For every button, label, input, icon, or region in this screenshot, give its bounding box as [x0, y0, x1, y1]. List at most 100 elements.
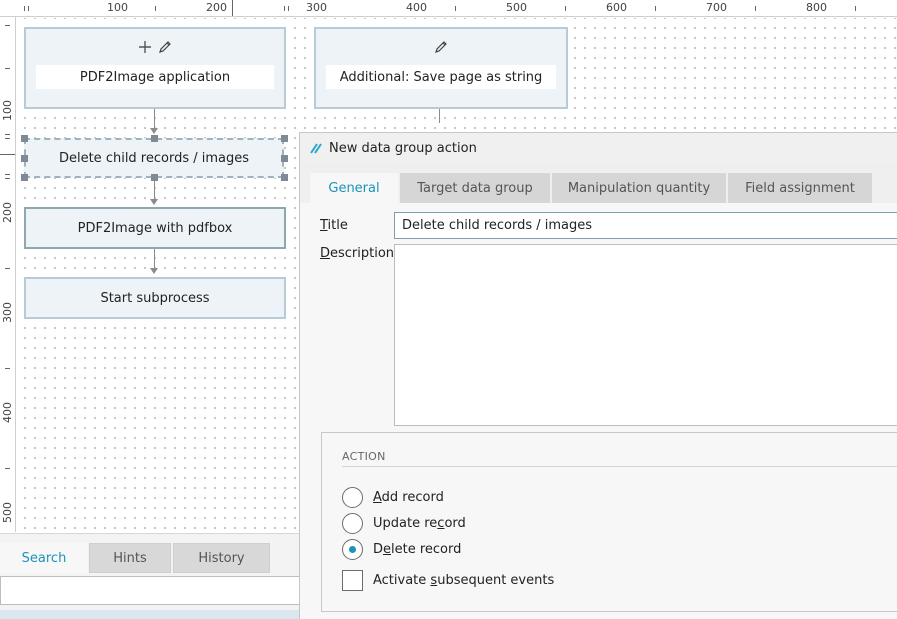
section-divider	[342, 466, 897, 467]
horizontal-ruler: 100 200 300 400 500 600 700 800	[0, 0, 897, 17]
ruler-label: 300	[306, 1, 327, 14]
checkbox-activate-subsequent-events[interactable]: Activate subsequent events	[342, 570, 554, 591]
selection-handle[interactable]	[281, 135, 288, 142]
connector-arrow-icon	[150, 128, 158, 134]
ruler-tick	[284, 6, 285, 11]
node-label: PDF2Image with pdfbox	[77, 220, 233, 236]
ruler-tick	[24, 6, 25, 11]
ruler-label: 100	[107, 1, 128, 14]
app-logo-icon	[310, 143, 322, 154]
tab-manipulation-quantity[interactable]: Manipulation quantity	[552, 173, 726, 203]
ruler-label: 100	[1, 100, 14, 121]
tab-general[interactable]: General	[310, 173, 398, 203]
node-label: Delete child records / images	[58, 150, 250, 166]
ruler-label: 300	[1, 302, 14, 323]
connector-line	[154, 109, 155, 129]
radio-add-record[interactable]: Add record	[342, 487, 444, 508]
ruler-tick	[455, 6, 456, 11]
title-label: Title	[320, 218, 348, 233]
ruler-label: 500	[506, 1, 527, 14]
connector-arrow-icon	[150, 199, 158, 205]
node-pdf2image-pdfbox[interactable]: PDF2Image with pdfbox	[24, 207, 286, 249]
ruler-tick	[5, 368, 10, 369]
ruler-label: 400	[406, 1, 427, 14]
ruler-tick	[5, 268, 10, 269]
checkbox[interactable]	[342, 570, 363, 591]
tab-search[interactable]: Search	[0, 543, 88, 573]
node-label: Start subprocess	[100, 290, 210, 306]
ruler-tick	[5, 68, 10, 69]
dialog-tabbar: General Target data group Manipulation q…	[310, 173, 872, 203]
ruler-label: 800	[806, 1, 827, 14]
bottom-panel: Search Hints History	[0, 533, 300, 619]
search-input[interactable]	[0, 576, 300, 605]
selection-handle[interactable]	[281, 174, 288, 181]
node-label: PDF2Image application	[36, 65, 274, 89]
ruler-label: 500	[1, 502, 14, 523]
tab-history[interactable]: History	[173, 543, 270, 573]
node-icons	[433, 37, 449, 57]
node-icons	[137, 37, 173, 57]
ruler-tick	[155, 6, 156, 11]
selection-handle[interactable]	[21, 155, 28, 162]
node-start-subprocess[interactable]: Start subprocess	[24, 277, 286, 319]
dialog-titlebar[interactable]: New data group action	[300, 133, 897, 163]
node-additional-save-page[interactable]: Additional: Save page as string	[314, 27, 568, 109]
radio-label: Update record	[373, 516, 466, 531]
description-label: Description	[320, 246, 395, 261]
ruler-tick	[5, 134, 10, 135]
node-label: Additional: Save page as string	[326, 65, 556, 89]
ruler-tick	[565, 6, 566, 11]
radio-button[interactable]	[342, 513, 363, 534]
ruler-label: 200	[1, 202, 14, 223]
title-field[interactable]: Delete child records / images	[394, 212, 897, 239]
tab-field-assignment[interactable]: Field assignment	[728, 173, 872, 203]
ruler-tick	[288, 6, 289, 11]
vertical-ruler: 100 200 300 400 500	[0, 17, 16, 532]
ruler-label: 600	[606, 1, 627, 14]
connector-line	[154, 181, 155, 199]
connector-arrow-icon	[150, 268, 158, 274]
checkbox-label: Activate subsequent events	[373, 573, 555, 588]
ruler-tick	[855, 6, 856, 11]
dialog-body: Title Delete child records / images Desc…	[300, 203, 897, 619]
connector-line	[154, 249, 155, 269]
action-group: ACTION Add record Update record Delete r…	[321, 432, 897, 612]
tab-hints[interactable]: Hints	[89, 543, 171, 573]
radio-button[interactable]	[342, 487, 363, 508]
radio-delete-record[interactable]: Delete record	[342, 539, 461, 560]
ruler-tick	[5, 468, 10, 469]
node-pdf2image-application[interactable]: PDF2Image application	[24, 27, 286, 109]
tab-target-data-group[interactable]: Target data group	[400, 173, 550, 203]
node-delete-child-records[interactable]: Delete child records / images	[24, 138, 284, 178]
description-field[interactable]	[394, 244, 897, 426]
search-results-list[interactable]	[0, 610, 300, 619]
ruler-tick	[28, 6, 29, 11]
ruler-tick	[5, 178, 10, 179]
selection-handle[interactable]	[151, 135, 158, 142]
connector-line	[439, 109, 440, 123]
ruler-label: 200	[206, 1, 227, 14]
plus-icon	[139, 41, 151, 53]
ruler-tick	[5, 174, 10, 175]
ruler-tick	[5, 138, 10, 139]
ruler-label: 400	[1, 402, 14, 423]
radio-update-record[interactable]: Update record	[342, 513, 466, 534]
ruler-marker	[0, 154, 15, 155]
ruler-tick	[755, 6, 756, 11]
action-section-title: ACTION	[342, 450, 386, 463]
ruler-label: 700	[706, 1, 727, 14]
ruler-tick	[5, 25, 10, 26]
radio-label: Delete record	[373, 542, 462, 557]
pencil-icon	[159, 41, 171, 53]
ruler-marker	[232, 0, 233, 16]
title-field-value: Delete child records / images	[402, 218, 593, 233]
radio-button-selected[interactable]	[342, 539, 363, 560]
selection-handle[interactable]	[281, 155, 288, 162]
pencil-icon	[435, 41, 447, 53]
selection-handle[interactable]	[21, 174, 28, 181]
dialog-title: New data group action	[329, 140, 477, 156]
ruler-tick	[655, 6, 656, 11]
selection-handle[interactable]	[151, 174, 158, 181]
selection-handle[interactable]	[21, 135, 28, 142]
